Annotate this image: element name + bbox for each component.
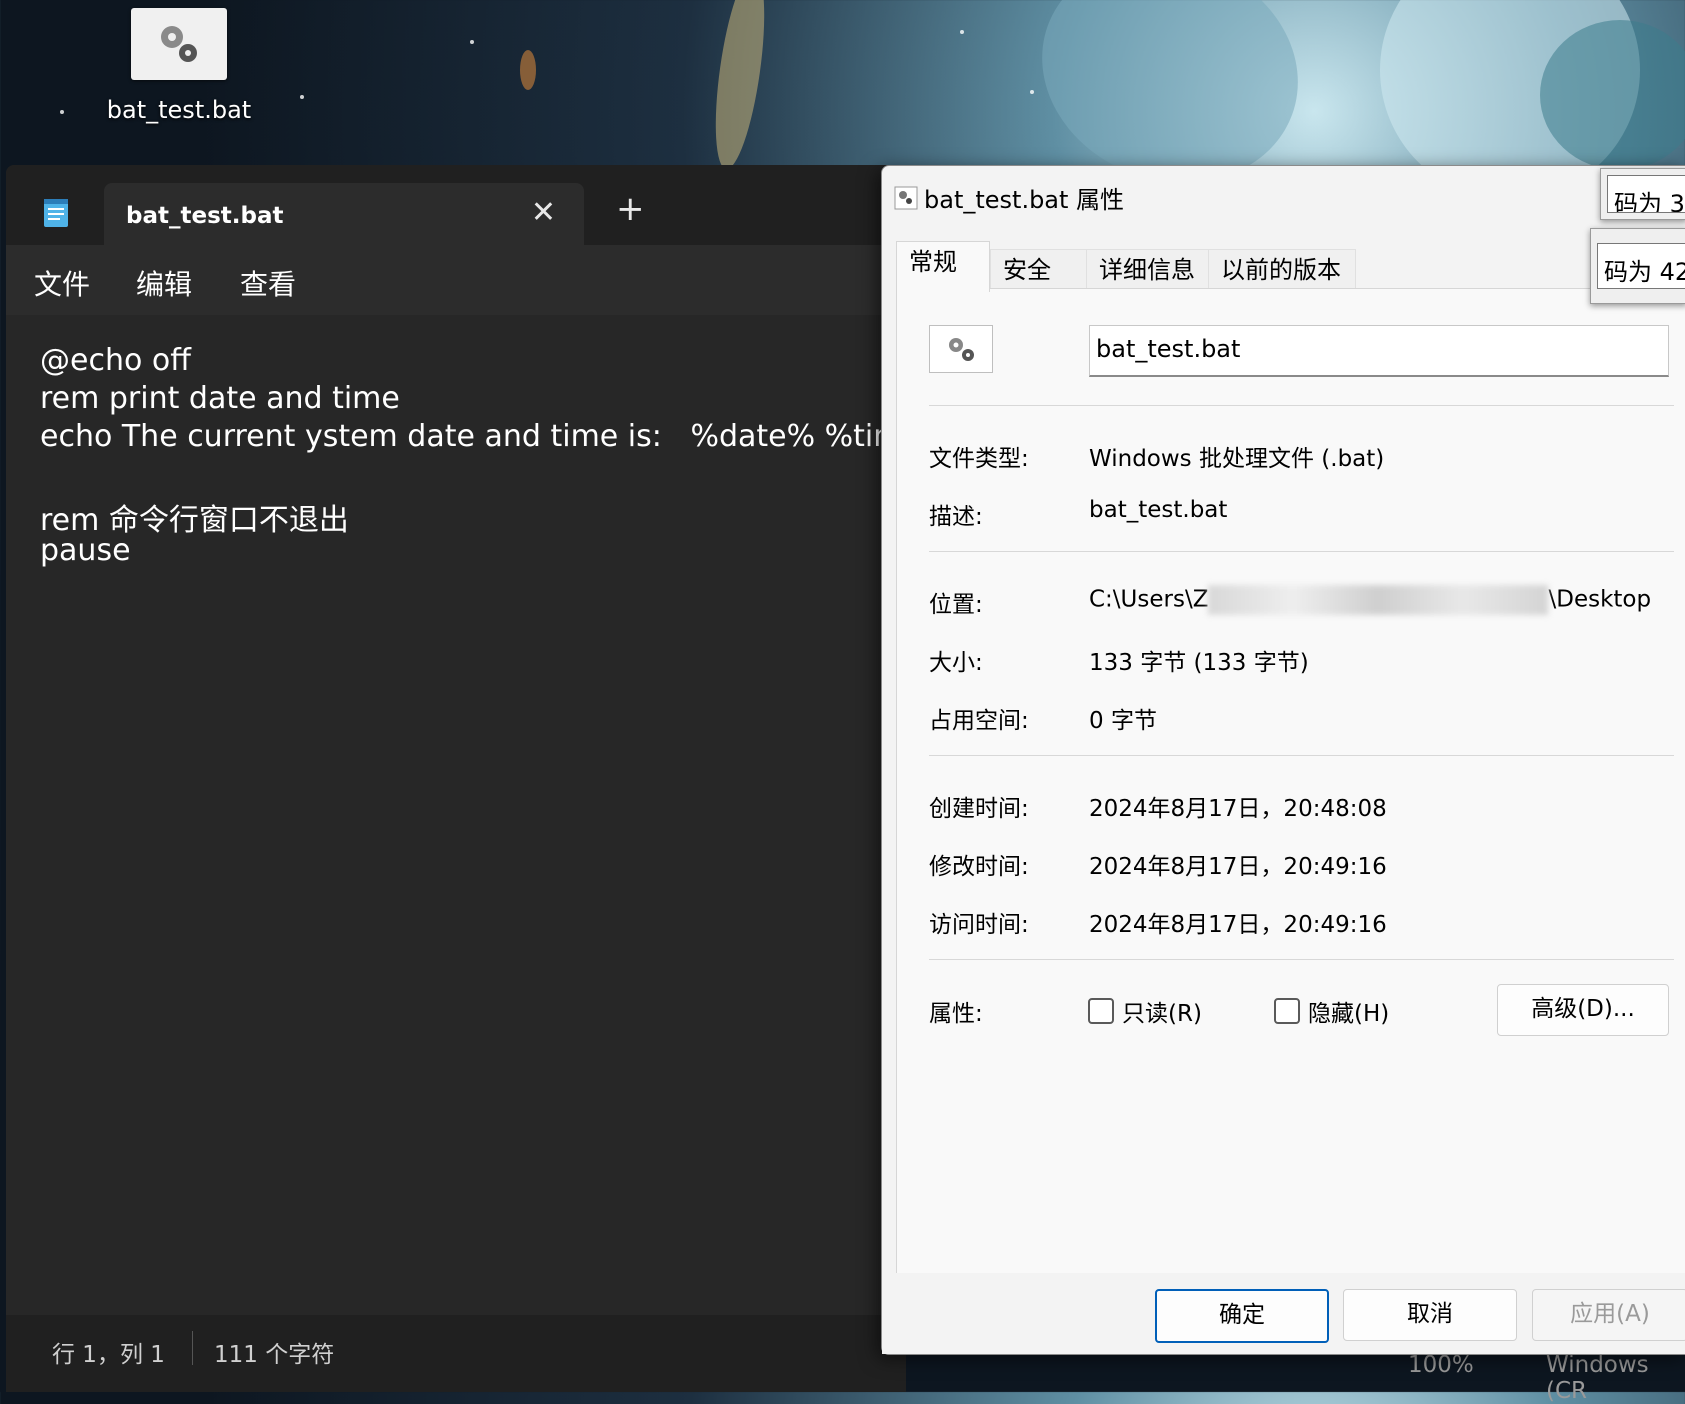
disk-size-value: 0 字节 [1089,708,1157,734]
notepad-app-icon [42,197,70,233]
modified-value: 2024年8月17日，20:49:16 [1089,854,1387,880]
notepad-statusbar: 行 1，列 1 111 个字符 [6,1315,906,1392]
new-tab-button[interactable]: + [616,189,645,229]
readonly-checkbox[interactable]: 只读(R) [1088,994,1202,1028]
close-tab-icon[interactable]: ✕ [531,195,556,230]
size-value: 133 字节 (133 字节) [1089,650,1309,676]
modified-label: 修改时间: [929,854,1029,880]
location-value: C:\Users\Z \Desktop [1089,585,1651,615]
redacted-path [1208,585,1549,615]
tab-previous-versions[interactable]: 以前的版本 [1208,249,1356,290]
editor-line: rem print date and time [40,381,400,416]
location-label: 位置: [929,592,983,618]
status-divider [192,1331,193,1365]
tab-details[interactable]: 详细信息 [1086,249,1210,290]
location-prefix: C:\Users\Z [1089,586,1209,613]
desktop-file-icon[interactable]: bat_test.bat [104,8,254,124]
background-window-a[interactable]: 码为 3 [1600,168,1685,220]
zoom-level[interactable]: 100% [1408,1352,1474,1378]
notepad-tab[interactable]: bat_test.bat ✕ [104,183,584,245]
dialog-tabs: 常规 安全 详细信息 以前的版本 [896,241,1685,292]
location-suffix: \Desktop [1548,586,1652,613]
text-editor[interactable]: @echo off rem print date and time echo T… [6,315,949,1315]
file-type-label: 文件类型: [929,446,1029,472]
attributes-label: 属性: [929,1001,983,1027]
divider [929,405,1674,406]
editor-line: @echo off [40,343,191,378]
divider [929,551,1674,552]
description-label: 描述: [929,504,983,530]
created-value: 2024年8月17日，20:48:08 [1089,796,1387,822]
menu-edit[interactable]: 编辑 [136,263,192,303]
background-window-b[interactable]: 码为 42 [1590,228,1685,304]
menu-file[interactable]: 文件 [34,263,90,303]
editor-line: echo The current ystem date and time is:… [40,419,950,454]
apply-button[interactable]: 应用(A) [1532,1289,1685,1341]
desktop-file-label: bat_test.bat [106,96,252,124]
editor-line: pause [40,533,131,568]
general-panel: bat_test.bat 文件类型: Windows 批处理文件 (.bat) … [896,288,1685,1275]
created-label: 创建时间: [929,796,1029,822]
peek-text-a: 码为 3 [1607,175,1685,213]
notepad-menubar: 文件 编辑 查看 [6,245,906,315]
ok-button[interactable]: 确定 [1155,1289,1329,1343]
accessed-label: 访问时间: [929,912,1029,938]
file-gear-icon [929,325,993,373]
cancel-button[interactable]: 取消 [1343,1289,1517,1341]
checkbox-box[interactable] [1274,998,1300,1024]
menu-view[interactable]: 查看 [240,263,296,303]
hidden-checkbox[interactable]: 隐藏(H) [1274,994,1389,1028]
dialog-button-bar: 确定 取消 应用(A) [882,1273,1685,1354]
gear-icon [131,8,227,80]
cursor-position: 行 1，列 1 [52,1342,165,1368]
line-ending[interactable]: Windows (CR [1546,1352,1685,1404]
peek-text-b: 码为 42 [1597,243,1685,289]
notepad-window: bat_test.bat ✕ + 文件 编辑 查看 @echo off rem … [6,165,949,1392]
desktop-wallpaper: bat_test.bat [0,0,1685,165]
divider [929,959,1674,960]
readonly-label: 只读(R) [1122,1001,1202,1027]
dialog-title-text: bat_test.bat 属性 [924,186,1125,214]
file-type-value: Windows 批处理文件 (.bat) [1089,446,1385,472]
tab-security[interactable]: 安全 [990,249,1088,290]
disk-size-label: 占用空间: [929,708,1029,734]
size-label: 大小: [929,650,983,676]
checkbox-box[interactable] [1088,998,1114,1024]
tab-title: bat_test.bat [126,203,284,229]
tab-general[interactable]: 常规 [896,241,990,292]
char-count: 111 个字符 [214,1342,335,1368]
properties-dialog: bat_test.bat 属性 常规 安全 详细信息 以前的版本 bat_tes… [881,165,1685,1355]
description-value: bat_test.bat [1089,497,1228,523]
advanced-button[interactable]: 高级(D)... [1497,984,1669,1036]
accessed-value: 2024年8月17日，20:49:16 [1089,912,1387,938]
dialog-title: bat_test.bat 属性 [894,180,1124,216]
divider [929,755,1674,756]
hidden-label: 隐藏(H) [1308,1001,1390,1027]
gear-icon [894,186,918,216]
filename-input[interactable]: bat_test.bat [1089,325,1669,377]
notepad-titlebar: bat_test.bat ✕ + [6,165,906,245]
